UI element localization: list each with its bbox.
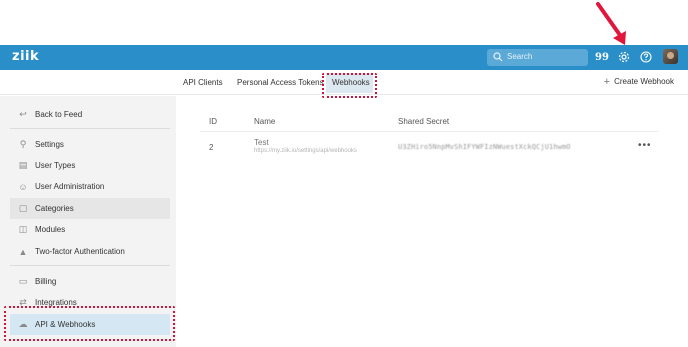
avatar[interactable] [663, 49, 678, 64]
search-input[interactable]: Search [487, 49, 588, 66]
user-icon: ☺ [18, 181, 28, 192]
sidebar-item-settings[interactable]: ⚲ Settings [10, 134, 170, 155]
webhooks-tab-highlight [322, 73, 377, 98]
back-to-feed-label: Back to Feed [35, 110, 83, 119]
annotation-arrow [596, 2, 626, 45]
sidebar-item-billing[interactable]: ▭ Billing [10, 271, 170, 292]
column-header-name: Name [254, 117, 276, 126]
api-webhooks-highlight [4, 306, 175, 341]
back-to-feed-link[interactable]: ↩ Back to Feed [10, 104, 170, 125]
row-shared-secret: U3ZHiro5NnpMvShIFYWFIzNWuestXckQCjU1hwmO [398, 143, 571, 151]
folder-icon: ▢ [18, 203, 28, 213]
top-nav-bar: ziik Search 99 [0, 45, 688, 70]
sidebar-item-label: Categories [35, 204, 74, 213]
create-webhook-label: Create Webhook [614, 77, 674, 86]
sidebar-item-label: User Types [35, 161, 76, 170]
create-webhook-button[interactable]: + Create Webhook [603, 75, 674, 88]
row-more-options-button[interactable]: ••• [638, 140, 652, 151]
sidebar-item-label: Modules [35, 225, 66, 234]
search-icon [493, 52, 503, 62]
wrench-icon: ⚲ [19, 139, 27, 149]
plus-icon: + [603, 75, 611, 88]
sidebar-item-label: Settings [35, 140, 64, 149]
id-card-icon: ▤ [18, 160, 28, 170]
tab-personal-access-tokens[interactable]: Personal Access Tokens [237, 76, 324, 89]
sidebar-item-label: User Administration [35, 182, 105, 191]
column-header-shared-secret: Shared Secret [398, 117, 450, 126]
lock-icon: ▲ [18, 246, 28, 257]
puzzle-icon: ◫ [18, 224, 28, 234]
tab-api-clients[interactable]: API Clients [183, 76, 223, 89]
sidebar-item-label: Two-factor Authentication [35, 247, 125, 256]
row-url: https://my.ziik.io/settings/api/webhooks [254, 148, 357, 154]
row-id: 2 [209, 143, 214, 152]
sidebar-divider [10, 265, 170, 266]
table-header-divider [200, 131, 658, 132]
sidebar-item-label: Billing [35, 277, 57, 286]
back-arrow-icon: ↩ [19, 109, 27, 119]
sidebar-item-two-factor-authentication[interactable]: ▲ Two-factor Authentication [10, 241, 170, 262]
credit-card-icon: ▭ [18, 276, 28, 286]
row-name: Test [254, 138, 269, 147]
sidebar-divider [10, 128, 170, 129]
quotes-icon[interactable]: 99 [595, 50, 609, 64]
column-header-id: ID [209, 117, 217, 126]
gear-icon[interactable] [617, 50, 631, 64]
search-placeholder: Search [507, 52, 533, 61]
sidebar-item-user-types[interactable]: ▤ User Types [10, 155, 170, 176]
sidebar-item-user-administration[interactable]: ☺ User Administration [10, 176, 170, 197]
sidebar-item-categories[interactable]: ▢ Categories [10, 198, 170, 219]
help-icon[interactable] [639, 50, 653, 64]
sidebar-item-modules[interactable]: ◫ Modules [10, 219, 170, 240]
ziik-logo[interactable]: ziik [12, 49, 39, 64]
